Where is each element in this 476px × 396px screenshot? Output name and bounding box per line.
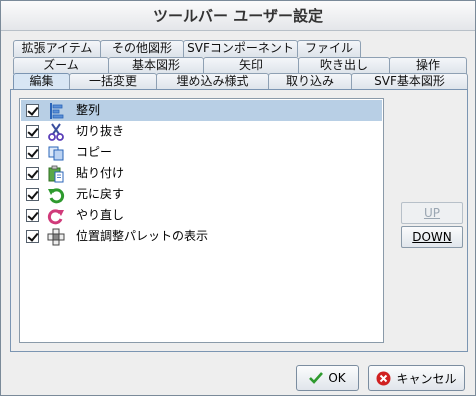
- tab-row-3: 編集 一括変更 埋め込み様式 取り込み SVF基本図形: [1, 73, 476, 90]
- cancel-button[interactable]: キャンセル: [368, 365, 465, 391]
- move-down-label: DOWN: [412, 230, 452, 244]
- checkbox[interactable]: [26, 209, 39, 222]
- undo-icon: [47, 186, 65, 204]
- list-item[interactable]: 元に戻す: [21, 184, 382, 205]
- checkbox[interactable]: [26, 230, 39, 243]
- checkbox[interactable]: [26, 167, 39, 180]
- ok-button[interactable]: OK: [296, 365, 359, 391]
- tab-edit[interactable]: 編集: [13, 73, 70, 90]
- tab-svf-components[interactable]: SVFコンポーネント: [183, 40, 298, 57]
- position-palette-icon: [47, 228, 65, 246]
- tab-other-shapes[interactable]: その他図形: [100, 40, 184, 57]
- tab-embedded-format[interactable]: 埋め込み様式: [156, 73, 269, 90]
- item-label: コピー: [76, 145, 113, 159]
- tab-file[interactable]: ファイル: [297, 40, 361, 57]
- list-item[interactable]: 位置調整パレットの表示: [21, 226, 382, 247]
- tab-arrows[interactable]: 矢印: [203, 57, 299, 74]
- list-item[interactable]: 整列: [21, 100, 382, 121]
- tab-bulk-change[interactable]: 一括変更: [69, 73, 157, 90]
- scissors-icon: [47, 123, 65, 141]
- paste-icon: [47, 165, 65, 183]
- toolbar-item-list[interactable]: 整列 切り抜き コピー 貼り付け 元に戻す やり直し 位置調整パレットの表示: [19, 98, 384, 343]
- move-up-button[interactable]: UP: [401, 202, 463, 224]
- ok-label: OK: [328, 371, 346, 385]
- list-item[interactable]: コピー: [21, 142, 382, 163]
- item-label: やり直し: [76, 208, 125, 222]
- settings-dialog: ツールバー ユーザー設定 拡張アイテム その他図形 SVFコンポーネント ファイ…: [0, 0, 476, 396]
- tab-panel: 整列 切り抜き コピー 貼り付け 元に戻す やり直し 位置調整パレットの表示 U…: [10, 89, 468, 352]
- tab-import[interactable]: 取り込み: [268, 73, 352, 90]
- list-item[interactable]: やり直し: [21, 205, 382, 226]
- tab-extended-items[interactable]: 拡張アイテム: [13, 40, 101, 57]
- item-label: 切り抜き: [76, 124, 125, 138]
- check-icon: [309, 372, 324, 384]
- redo-icon: [47, 207, 65, 225]
- tab-zoom[interactable]: ズーム: [13, 57, 109, 74]
- checkbox[interactable]: [26, 146, 39, 159]
- align-icon: [47, 102, 65, 120]
- checkbox[interactable]: [26, 125, 39, 138]
- tab-row-2: ズーム 基本図形 矢印 吹き出し 操作: [1, 57, 476, 74]
- item-label: 貼り付け: [76, 166, 125, 180]
- item-label: 位置調整パレットの表示: [76, 229, 209, 243]
- cancel-icon: [376, 371, 391, 385]
- tab-svf-basic-shapes[interactable]: SVF基本図形: [351, 73, 468, 90]
- copy-icon: [47, 144, 65, 162]
- item-label: 整列: [76, 103, 101, 117]
- cancel-label: キャンセル: [396, 371, 457, 386]
- checkbox[interactable]: [26, 104, 39, 117]
- dialog-title: ツールバー ユーザー設定: [1, 1, 475, 31]
- move-down-button[interactable]: DOWN: [401, 226, 463, 248]
- list-item[interactable]: 切り抜き: [21, 121, 382, 142]
- move-up-label: UP: [423, 206, 441, 220]
- tab-row-1: 拡張アイテム その他図形 SVFコンポーネント ファイル: [1, 40, 476, 57]
- tab-basic-shapes[interactable]: 基本図形: [108, 57, 204, 74]
- tab-callouts[interactable]: 吹き出し: [298, 57, 390, 74]
- tab-operations[interactable]: 操作: [389, 57, 467, 74]
- checkbox[interactable]: [26, 188, 39, 201]
- item-label: 元に戻す: [76, 187, 125, 201]
- list-item[interactable]: 貼り付け: [21, 163, 382, 184]
